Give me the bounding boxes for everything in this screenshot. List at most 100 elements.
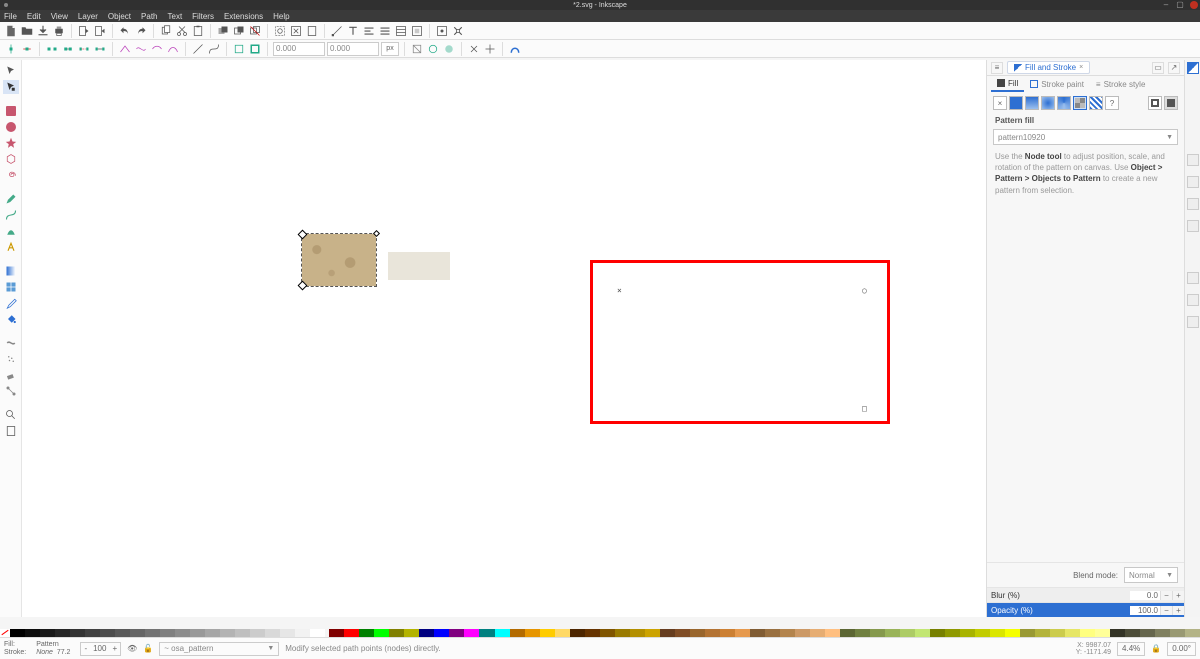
node-cusp-button[interactable] [118, 42, 132, 56]
red-rectangle-object[interactable] [590, 260, 890, 424]
eraser-tool[interactable] [3, 368, 19, 382]
new-file-button[interactable] [4, 24, 18, 38]
palette-swatch[interactable] [885, 629, 900, 637]
star-tool[interactable] [3, 136, 19, 150]
cut-button[interactable] [175, 24, 189, 38]
subtab-fill[interactable]: Fill [991, 77, 1024, 92]
palette-swatch[interactable] [975, 629, 990, 637]
palette-swatch[interactable] [205, 629, 220, 637]
layer-visibility-icon[interactable]: 👁 [127, 644, 137, 653]
subtab-stroke-style[interactable]: ≡Stroke style [1090, 78, 1151, 91]
palette-swatch[interactable] [464, 629, 479, 637]
palette-swatch[interactable] [359, 629, 374, 637]
dock-layers-icon[interactable] [1187, 198, 1199, 210]
palette-swatch[interactable] [404, 629, 419, 637]
palette-swatch[interactable] [419, 629, 434, 637]
palette-swatch[interactable] [990, 629, 1005, 637]
align-icon[interactable] [362, 24, 376, 38]
palette-swatch[interactable] [1155, 629, 1170, 637]
node-x-input[interactable] [273, 42, 325, 56]
paintbucket-tool[interactable] [3, 312, 19, 326]
dropper-tool[interactable] [3, 296, 19, 310]
segment-curve-button[interactable] [207, 42, 221, 56]
copy-button[interactable] [159, 24, 173, 38]
node-delete-button[interactable] [20, 42, 34, 56]
paint-none-button[interactable]: × [993, 96, 1007, 110]
paint-swatch-button[interactable] [1089, 96, 1103, 110]
print-button[interactable] [52, 24, 66, 38]
save-button[interactable] [36, 24, 50, 38]
palette-swatch[interactable] [1005, 629, 1020, 637]
opacity-minus-button[interactable]: − [1160, 606, 1172, 615]
zoom-page-button[interactable] [305, 24, 319, 38]
palette-swatch[interactable] [810, 629, 825, 637]
palette-swatch[interactable] [960, 629, 975, 637]
palette-swatch[interactable] [1035, 629, 1050, 637]
palette-swatch[interactable] [1110, 629, 1125, 637]
layers-icon[interactable] [394, 24, 408, 38]
menu-text[interactable]: Text [168, 12, 183, 21]
node-auto-button[interactable] [166, 42, 180, 56]
spiral-tool[interactable] [3, 168, 19, 182]
palette-swatch[interactable] [374, 629, 389, 637]
spray-tool[interactable] [3, 352, 19, 366]
palette-swatch[interactable] [1125, 629, 1140, 637]
window-maximize-button[interactable]: ▢ [1176, 1, 1184, 9]
palette-swatch[interactable] [1080, 629, 1095, 637]
paint-pattern-button[interactable] [1073, 96, 1087, 110]
mesh-tool[interactable] [3, 280, 19, 294]
palette-swatch[interactable] [434, 629, 449, 637]
zoom-input[interactable]: 4.4% [1117, 642, 1145, 656]
fillrule-nonzero-button[interactable] [1164, 96, 1178, 110]
pale-rect-object[interactable] [388, 252, 450, 280]
clone-button[interactable] [232, 24, 246, 38]
palette-swatch[interactable] [600, 629, 615, 637]
palette-swatch[interactable] [945, 629, 960, 637]
palette-swatch[interactable] [780, 629, 795, 637]
node-break-button[interactable] [45, 42, 59, 56]
dock-selectors-icon[interactable] [1187, 294, 1199, 306]
dock-transform-icon[interactable] [1187, 176, 1199, 188]
palette-swatch[interactable] [250, 629, 265, 637]
palette-swatch[interactable] [870, 629, 885, 637]
pattern-rotate-marker[interactable]: □ [862, 404, 867, 413]
show-mask-button[interactable] [426, 42, 440, 56]
node-smooth-button[interactable] [134, 42, 148, 56]
menu-help[interactable]: Help [273, 12, 289, 21]
paste-button[interactable] [191, 24, 205, 38]
menu-object[interactable]: Object [108, 12, 131, 21]
palette-swatch[interactable] [235, 629, 250, 637]
palette-swatch[interactable] [795, 629, 810, 637]
menu-filters[interactable]: Filters [192, 12, 214, 21]
palette-swatch[interactable] [344, 629, 359, 637]
palette-swatch[interactable] [10, 629, 25, 637]
palette-swatch[interactable] [100, 629, 115, 637]
palette-swatch[interactable] [585, 629, 600, 637]
palette-swatch[interactable] [735, 629, 750, 637]
palette-swatch[interactable] [555, 629, 570, 637]
calligraphy-tool[interactable] [3, 224, 19, 238]
rotation-input[interactable]: 0.00° [1167, 642, 1196, 656]
palette-swatch[interactable] [1170, 629, 1185, 637]
paint-flat-button[interactable] [1009, 96, 1023, 110]
palette-none-swatch[interactable] [0, 629, 10, 637]
redo-button[interactable] [134, 24, 148, 38]
menu-edit[interactable]: Edit [27, 12, 41, 21]
palette-swatch[interactable] [630, 629, 645, 637]
palette-swatch[interactable] [1185, 629, 1200, 637]
zoom-drawing-button[interactable] [289, 24, 303, 38]
palette-swatch[interactable] [329, 629, 344, 637]
node-tool[interactable] [3, 80, 19, 94]
palette-swatch[interactable] [40, 629, 55, 637]
node-edit-icon[interactable] [330, 24, 344, 38]
undo-button[interactable] [118, 24, 132, 38]
blend-mode-select[interactable]: Normal▼ [1124, 567, 1178, 583]
palette-swatch[interactable] [720, 629, 735, 637]
show-handles-button[interactable] [467, 42, 481, 56]
palette-swatch[interactable] [900, 629, 915, 637]
palette-swatch[interactable] [1050, 629, 1065, 637]
zoom-tool[interactable] [3, 408, 19, 422]
node-y-input[interactable] [327, 42, 379, 56]
palette-swatch[interactable] [765, 629, 780, 637]
blur-plus-button[interactable]: + [1172, 591, 1184, 600]
